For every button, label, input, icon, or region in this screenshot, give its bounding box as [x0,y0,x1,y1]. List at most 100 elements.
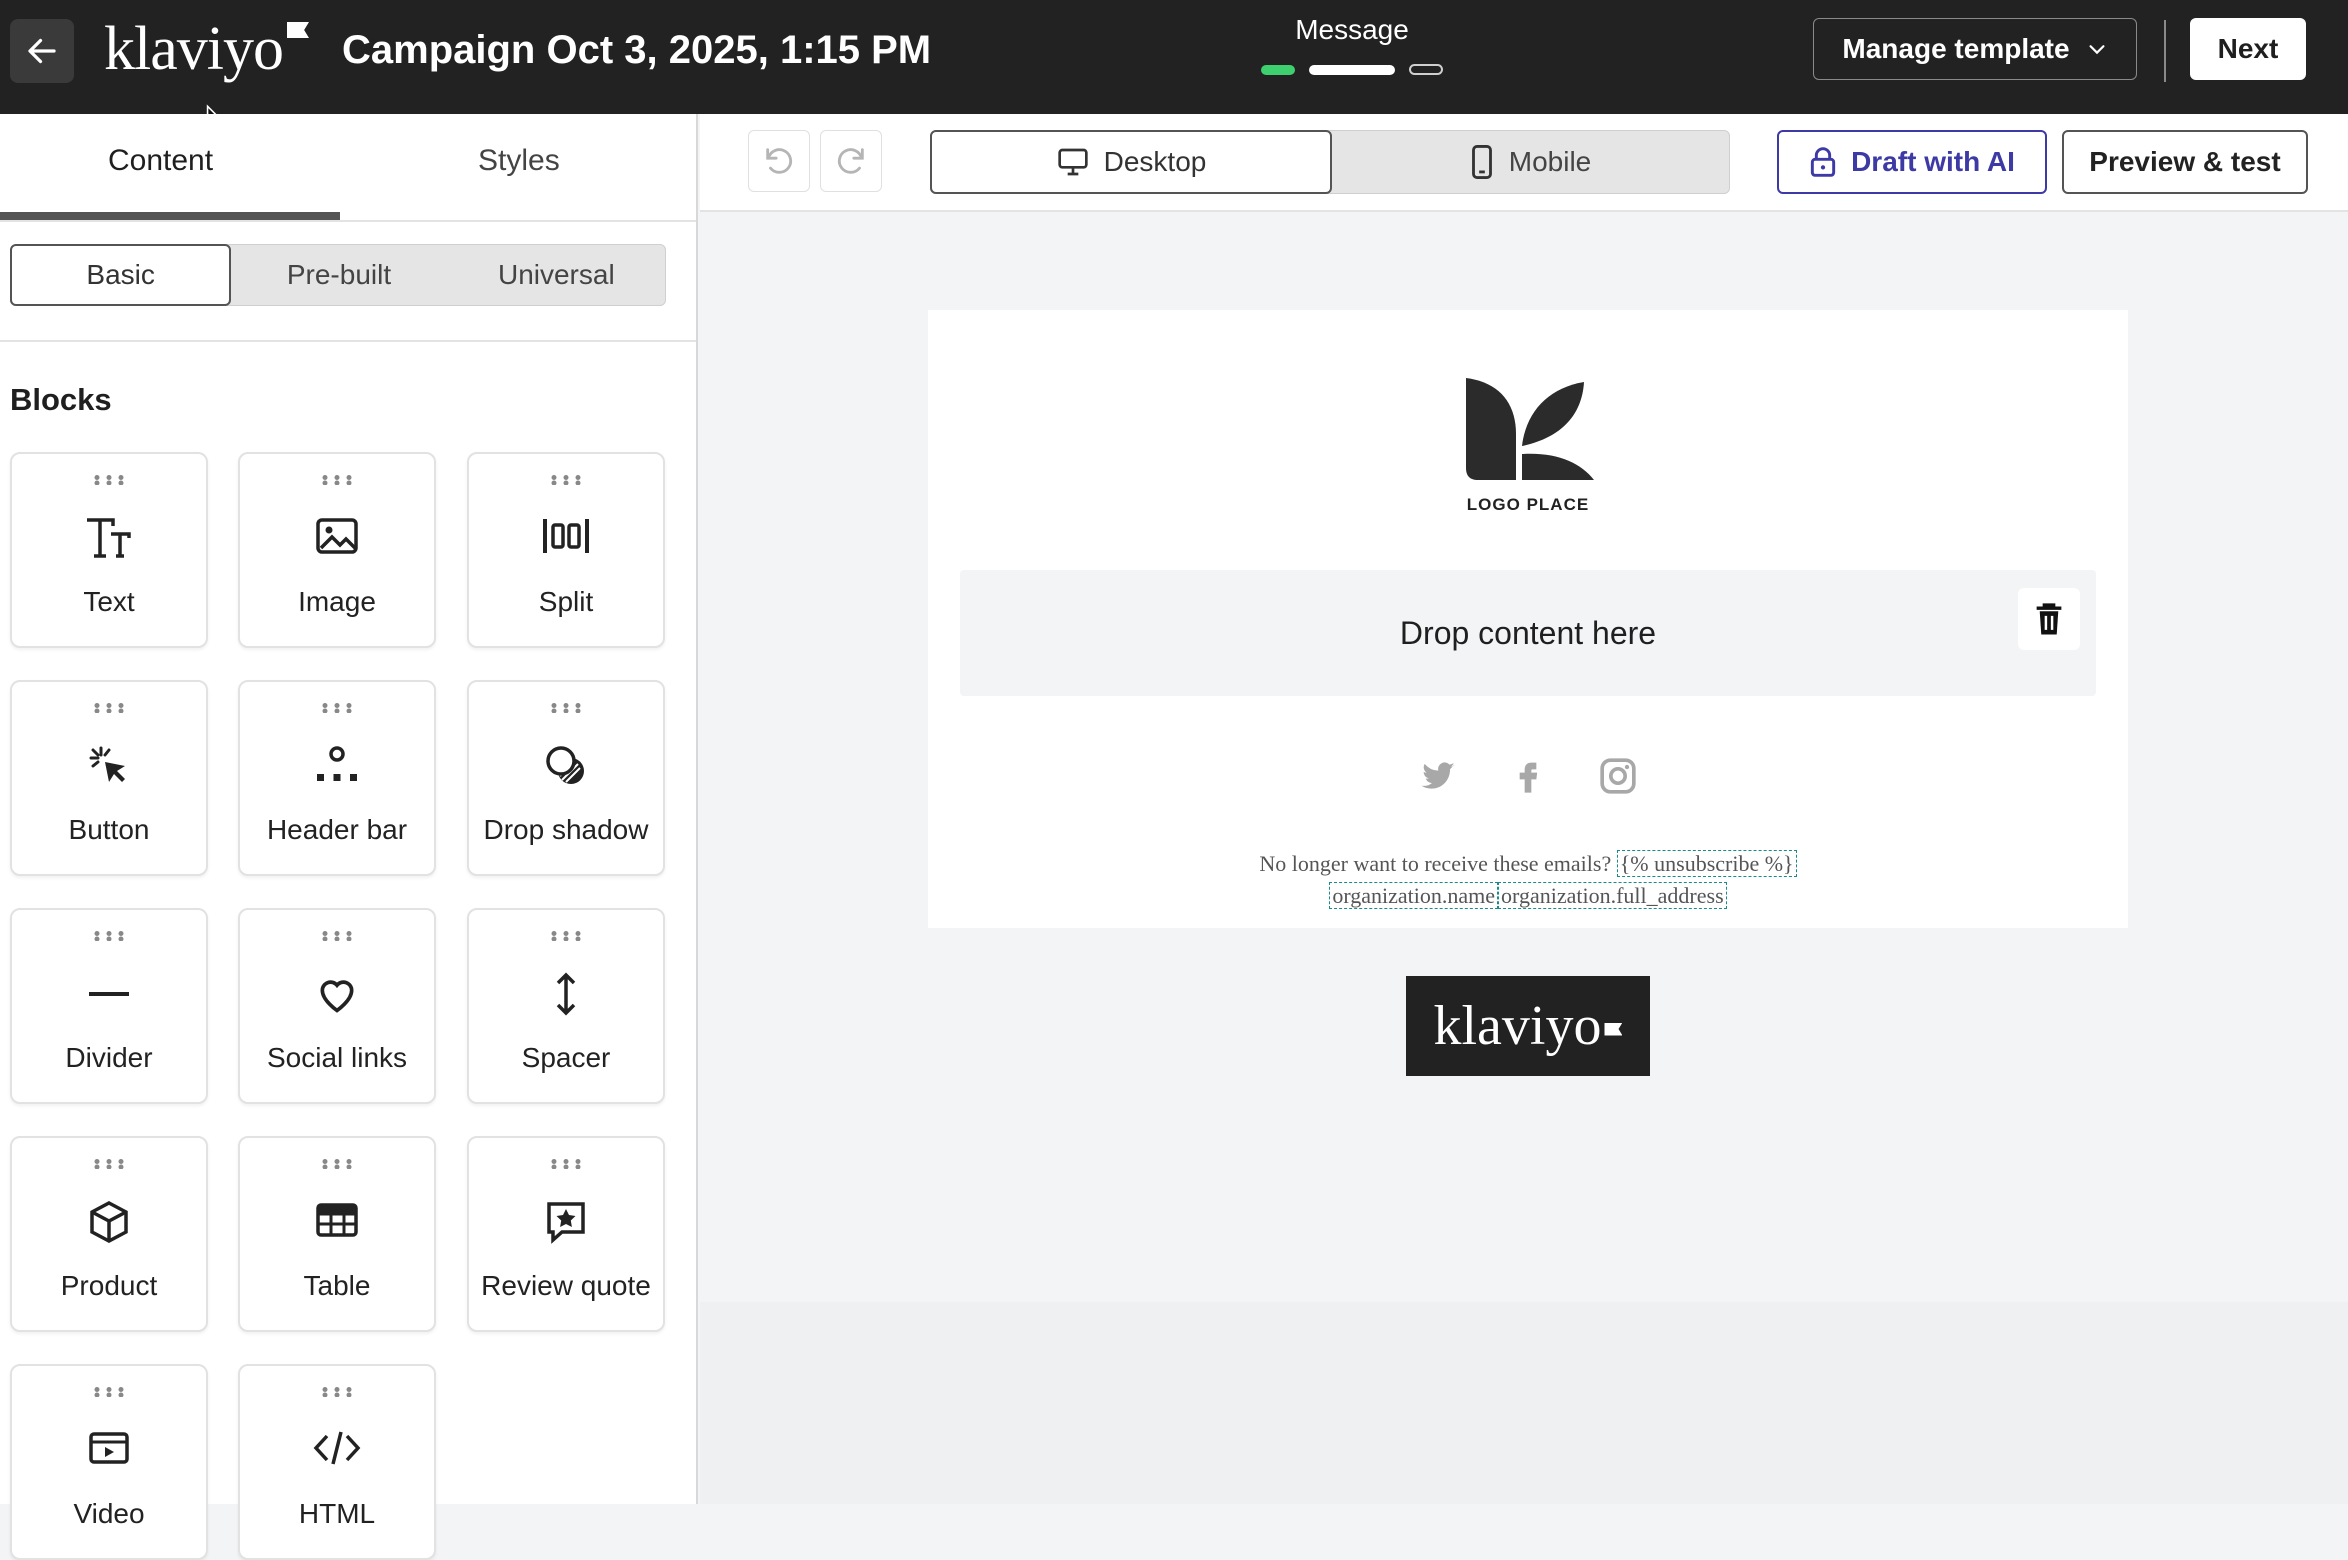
draft-with-ai-label: Draft with AI [1851,146,2015,177]
campaign-title[interactable]: Campaign Oct 3, 2025, 1:15 PM [342,28,931,73]
footer-line-1: No longer want to receive these emails? … [928,848,2128,880]
preview-test-button[interactable]: Preview & test [2062,130,2308,194]
phone-icon [1471,145,1492,179]
block-label: Image [298,586,376,617]
lock-icon [1810,147,1836,177]
segment-pre-built[interactable]: Pre-built [230,245,447,305]
table-icon [240,1200,434,1240]
block-label: Divider [65,1042,153,1073]
desktop-view-button[interactable]: Desktop [930,130,1332,194]
drop-zone[interactable]: Drop content here [960,570,2096,696]
logo-block[interactable]: LOGO PLACE [1460,372,1596,515]
block-label: HTML [298,1498,376,1529]
device-toggle: Desktop Mobile [930,130,1730,194]
instagram-icon[interactable] [1598,756,1638,801]
unsubscribe-tag[interactable]: {% unsubscribe %} [1616,850,1797,877]
facebook-icon[interactable] [1508,756,1548,801]
drag-handle-icon [240,472,434,490]
block-social-links[interactable]: Social links [238,908,436,1104]
panel-tabs: Content Styles [0,114,696,222]
back-button[interactable] [10,19,74,83]
logo-leaf-icon [1466,378,1594,480]
block-label: Drop shadow [483,814,649,845]
drag-handle-icon [469,472,663,490]
tab-content[interactable]: Content [108,144,213,178]
blocks-heading: Blocks [10,382,112,417]
step-progress-segment [1261,64,1295,75]
block-header-bar[interactable]: Header bar [238,680,436,876]
footer-text[interactable]: No longer want to receive these emails? … [928,848,2128,912]
block-image[interactable]: Image [238,452,436,648]
redo-button[interactable] [820,130,882,192]
block-table[interactable]: Table [238,1136,436,1332]
block-split[interactable]: Split [467,452,665,648]
klaviyo-badge: klaviyo [1406,976,1650,1076]
block-label: Spacer [521,1042,611,1073]
block-drop-shadow[interactable]: Drop shadow [467,680,665,876]
tab-styles[interactable]: Styles [478,144,560,178]
box-icon [12,1200,206,1244]
unsubscribe-prompt: No longer want to receive these emails? [1259,851,1612,876]
klaviyo-badge-text: klaviyo [1433,995,1602,1057]
drag-handle-icon [469,928,663,946]
desktop-label: Desktop [1103,146,1207,177]
segment-universal[interactable]: Universal [448,245,665,305]
flag-icon [286,22,309,38]
block-divider[interactable]: Divider [10,908,208,1104]
klaviyo-logo[interactable]: klaviyo [104,18,309,80]
step-progress [1240,64,1464,75]
org-address-tag[interactable]: organization.full_address [1498,882,1727,909]
drag-handle-icon [240,1384,434,1402]
text-icon [12,516,206,560]
block-label: Social links [266,1042,408,1073]
drop-shadow-icon [469,744,663,788]
step-label: Message [1295,14,1409,45]
social-links [1418,756,1638,801]
redo-icon [837,148,864,174]
chevron-down-icon [2089,45,2105,55]
manage-template-label: Manage template [1842,33,2070,64]
drag-handle-icon [12,472,206,490]
block-label: Review quote [481,1270,651,1301]
block-category-selector: Basic Pre-built Universal [10,244,666,306]
block-label: Product [60,1270,158,1301]
block-label: Video [73,1498,145,1529]
block-button[interactable]: Button [10,680,208,876]
trash-icon [2036,603,2062,635]
monitor-icon [1057,148,1088,176]
twitter-icon[interactable] [1418,756,1458,801]
drag-handle-icon [12,928,206,946]
mobile-label: Mobile [1508,146,1592,177]
block-product[interactable]: Product [10,1136,208,1332]
block-html[interactable]: HTML [238,1364,436,1560]
undo-button[interactable] [748,130,810,192]
video-icon [12,1428,206,1468]
step-progress-segment [1309,64,1395,75]
canvas-bottom [700,1302,2348,1504]
editor-toolbar: Desktop Mobile Draft with AI Preview & t… [700,114,2348,212]
top-bar: klaviyo Campaign Oct 3, 2025, 1:15 PM Me… [0,0,2348,114]
drag-handle-icon [240,928,434,946]
block-video[interactable]: Video [10,1364,208,1560]
block-label: Split [538,586,594,617]
segment-basic[interactable]: Basic [10,244,232,306]
drag-handle-icon [12,1384,206,1402]
block-text[interactable]: Text [10,452,208,648]
split-icon [469,516,663,556]
star-quote-icon [469,1200,663,1244]
drag-handle-icon [469,700,663,718]
drop-zone-text: Drop content here [1399,614,1657,651]
block-label: Table [303,1270,371,1301]
mobile-view-button[interactable]: Mobile [1331,131,1729,193]
block-review-quote[interactable]: Review quote [467,1136,665,1332]
org-name-tag[interactable]: organization.name [1329,882,1499,909]
draft-with-ai-button[interactable]: Draft with AI [1777,130,2047,194]
next-button[interactable]: Next [2190,18,2306,80]
drag-handle-icon [12,700,206,718]
block-spacer[interactable]: Spacer [467,908,665,1104]
undo-icon [766,148,793,174]
delete-button[interactable] [2018,588,2080,650]
flag-icon [1604,1022,1623,1036]
drag-handle-icon [240,700,434,718]
manage-template-button[interactable]: Manage template [1813,18,2137,80]
